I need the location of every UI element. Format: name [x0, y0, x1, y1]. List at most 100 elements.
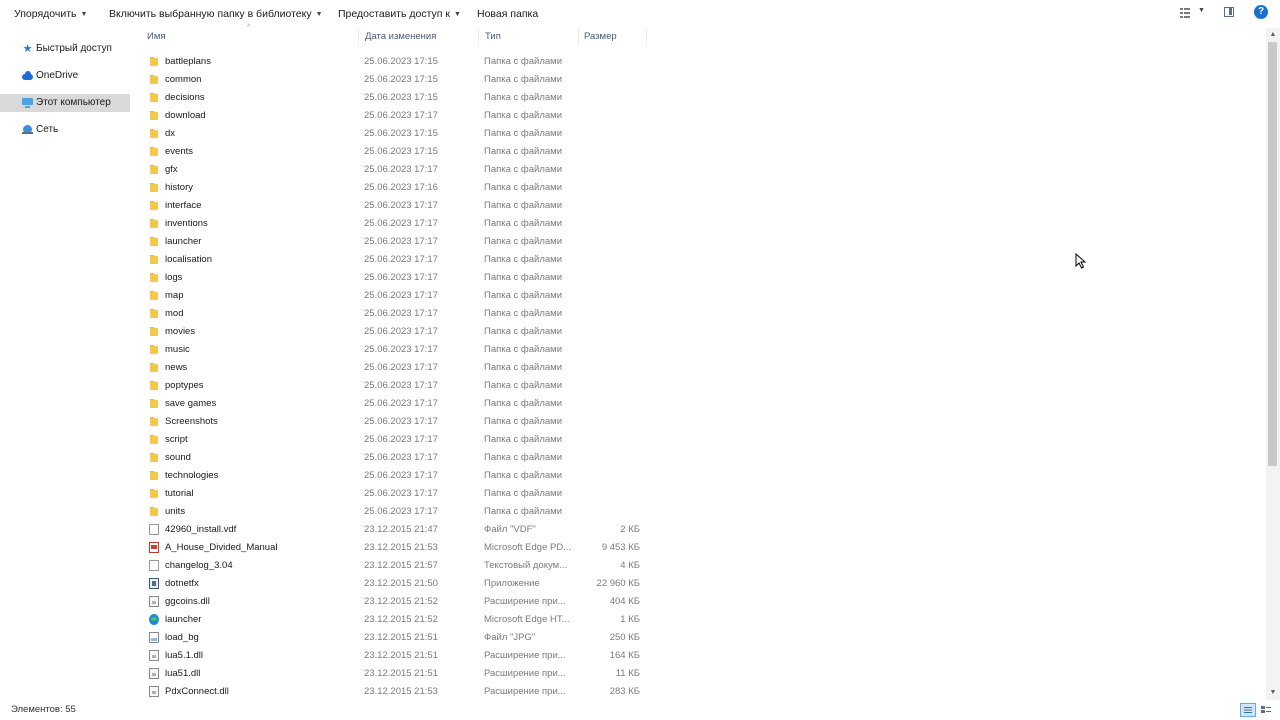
- folder-row[interactable]: mod 25.06.2023 17:17 Папка с файлами: [140, 305, 650, 323]
- file-type: Папка с файлами: [484, 74, 563, 85]
- column-header-date[interactable]: Дата изменения: [365, 28, 436, 46]
- folder-row[interactable]: sound 25.06.2023 17:17 Папка с файлами: [140, 449, 650, 467]
- folder-row[interactable]: script 25.06.2023 17:17 Папка с файлами: [140, 431, 650, 449]
- file-row[interactable]: ggcoins.dll 23.12.2015 21:52 Расширение пр…: [140, 593, 650, 611]
- edge-icon: [149, 614, 159, 625]
- nav-item-this-pc[interactable]: Этот компьютер: [0, 94, 130, 112]
- file-name: events: [165, 146, 193, 157]
- column-header-name[interactable]: Имя: [147, 28, 166, 46]
- folder-row[interactable]: technologies 25.06.2023 17:17 Папка с файл…: [140, 467, 650, 485]
- file-type: Папка с файлами: [484, 110, 563, 121]
- folder-row[interactable]: Screenshots 25.06.2023 17:17 Папка с файла…: [140, 413, 650, 431]
- file-size: 404 КБ: [609, 596, 640, 607]
- scroll-up-icon[interactable]: ▲: [1266, 28, 1280, 42]
- command-bar: Упорядочить ▼ Включить выбранную папку в …: [0, 0, 1280, 26]
- folder-row[interactable]: events 25.06.2023 17:15 Папка с файлами: [140, 143, 650, 161]
- file-name: launcher: [165, 614, 202, 625]
- navigation-pane: ★ Быстрый доступ OneDrive Этот компьютер…: [0, 38, 136, 698]
- vertical-scrollbar[interactable]: ▲ ▼: [1266, 28, 1280, 700]
- folder-icon: [149, 146, 159, 157]
- folder-row[interactable]: launcher 25.06.2023 17:17 Папка с файлами: [140, 233, 650, 251]
- file-row[interactable]: dotnetfx 23.12.2015 21:50 Приложение 22 960…: [140, 575, 650, 593]
- file-type: Файл "VDF": [484, 524, 536, 535]
- file-type: Папка с файлами: [484, 452, 563, 463]
- details-view-button[interactable]: [1240, 703, 1256, 717]
- file-name: battleplans: [165, 56, 211, 67]
- column-divider[interactable]: [358, 28, 359, 46]
- organize-menu-button[interactable]: Упорядочить ▼: [14, 7, 87, 21]
- folder-row[interactable]: battleplans 25.06.2023 17:15 Папка с файла…: [140, 53, 650, 71]
- file-name: PdxConnect.dll: [165, 686, 229, 697]
- folder-row[interactable]: download 25.06.2023 17:17 Папка с файлами: [140, 107, 650, 125]
- folder-row[interactable]: localisation 25.06.2023 17:17 Папка с файл…: [140, 251, 650, 269]
- file-size: [580, 197, 640, 215]
- file-row[interactable]: changelog_3.04 23.12.2015 21:57 Текстовый …: [140, 557, 650, 575]
- file-size: [580, 377, 640, 395]
- file-row[interactable]: PdxConnect.dll 23.12.2015 21:53 Расширение…: [140, 683, 650, 701]
- folder-row[interactable]: poptypes 25.06.2023 17:17 Папка с файлами: [140, 377, 650, 395]
- folder-icon: [149, 506, 159, 517]
- column-header-type[interactable]: Тип: [485, 28, 501, 46]
- file-row[interactable]: A_House_Divided_Manual 23.12.2015 21:53 Mi…: [140, 539, 650, 557]
- file-date: 23.12.2015 21:51: [364, 668, 438, 679]
- help-button[interactable]: ?: [1253, 5, 1269, 21]
- file-name: gfx: [165, 164, 178, 175]
- file-name: technologies: [165, 470, 219, 481]
- folder-row[interactable]: map 25.06.2023 17:17 Папка с файлами: [140, 287, 650, 305]
- folder-row[interactable]: gfx 25.06.2023 17:17 Папка с файлами: [140, 161, 650, 179]
- scroll-down-icon[interactable]: ▼: [1266, 686, 1280, 700]
- folder-row[interactable]: interface 25.06.2023 17:17 Папка с файлами: [140, 197, 650, 215]
- file-size: [580, 305, 640, 323]
- preview-pane-button[interactable]: [1223, 5, 1237, 21]
- nav-item-onedrive[interactable]: OneDrive: [0, 67, 130, 85]
- nav-item-quick-access[interactable]: ★ Быстрый доступ: [0, 40, 130, 58]
- column-divider[interactable]: [478, 28, 479, 46]
- mouse-cursor-icon: [1075, 253, 1087, 269]
- folder-row[interactable]: units 25.06.2023 17:17 Папка с файлами: [140, 503, 650, 521]
- chevron-down-icon: ▼: [1198, 7, 1205, 14]
- file-size: [580, 179, 640, 197]
- file-row[interactable]: launcher 23.12.2015 21:52 Microsoft Edge H…: [140, 611, 650, 629]
- file-size: 11 КБ: [615, 668, 640, 679]
- file-row[interactable]: load_bg 23.12.2015 21:51 Файл "JPG" 250 КБ: [140, 629, 650, 647]
- share-with-button[interactable]: Предоставить доступ к ▼: [338, 7, 461, 21]
- file-name: interface: [165, 200, 202, 211]
- file-row[interactable]: 42960_install.vdf 23.12.2015 21:47 Файл "V…: [140, 521, 650, 539]
- dll-icon: [149, 668, 159, 679]
- file-type: Папка с файлами: [484, 416, 563, 427]
- nav-item-network[interactable]: Сеть: [0, 121, 130, 139]
- folder-row[interactable]: tutorial 25.06.2023 17:17 Папка с файлами: [140, 485, 650, 503]
- file-size: [580, 413, 640, 431]
- folder-icon: [149, 92, 159, 103]
- folder-row[interactable]: news 25.06.2023 17:17 Папка с файлами: [140, 359, 650, 377]
- file-size: [580, 503, 640, 521]
- file-type: Папка с файлами: [484, 470, 563, 481]
- include-in-library-button[interactable]: Включить выбранную папку в библиотеку ▼: [109, 7, 323, 21]
- folder-row[interactable]: logs 25.06.2023 17:17 Папка с файлами: [140, 269, 650, 287]
- folder-row[interactable]: save games 25.06.2023 17:17 Папка с файлам…: [140, 395, 650, 413]
- column-header-size[interactable]: Размер: [584, 28, 617, 46]
- folder-row[interactable]: dx 25.06.2023 17:15 Папка с файлами: [140, 125, 650, 143]
- folder-row[interactable]: inventions 25.06.2023 17:17 Папка с файлам…: [140, 215, 650, 233]
- column-header-row: ^ Имя Дата изменения Тип Размер: [140, 24, 652, 46]
- folder-row[interactable]: common 25.06.2023 17:15 Папка с файлами: [140, 71, 650, 89]
- file-size: [580, 233, 640, 251]
- scrollbar-thumb[interactable]: [1268, 42, 1277, 466]
- file-size: [580, 341, 640, 359]
- folder-icon: [149, 470, 159, 481]
- folder-row[interactable]: decisions 25.06.2023 17:15 Папка с файлами: [140, 89, 650, 107]
- change-view-button[interactable]: ▼: [1176, 5, 1206, 21]
- column-divider[interactable]: [578, 28, 579, 46]
- folder-row[interactable]: movies 25.06.2023 17:17 Папка с файлами: [140, 323, 650, 341]
- large-icons-view-button[interactable]: [1259, 703, 1275, 717]
- file-size: [580, 269, 640, 287]
- file-row[interactable]: lua51.dll 23.12.2015 21:51 Расширение при.…: [140, 665, 650, 683]
- file-row[interactable]: lua5.1.dll 23.12.2015 21:51 Расширение при…: [140, 647, 650, 665]
- column-divider[interactable]: [646, 28, 647, 46]
- folder-row[interactable]: history 25.06.2023 17:16 Папка с файлами: [140, 179, 650, 197]
- file-size: [580, 449, 640, 467]
- file-name: sound: [165, 452, 191, 463]
- folder-row[interactable]: music 25.06.2023 17:17 Папка с файлами: [140, 341, 650, 359]
- new-folder-button[interactable]: Новая папка: [477, 7, 538, 21]
- file-size: 22 960 КБ: [596, 578, 640, 589]
